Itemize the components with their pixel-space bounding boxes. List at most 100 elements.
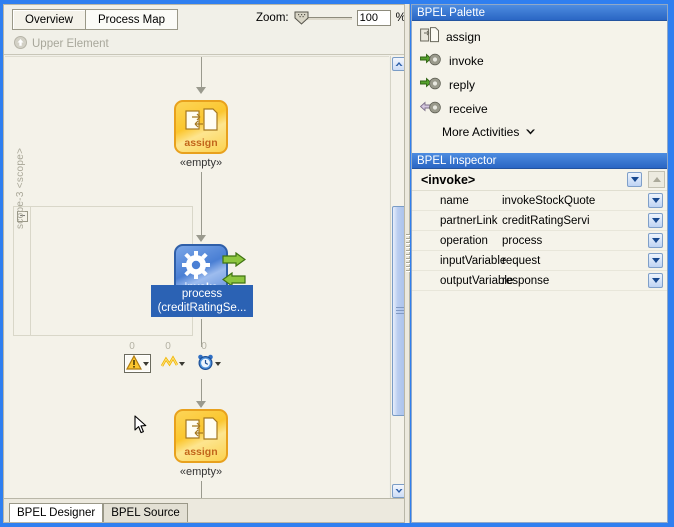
palette-item-receive[interactable]: receive [412,97,667,121]
tab-process-map[interactable]: Process Map [84,9,179,30]
chevron-down-icon [630,177,639,182]
palette-item-label: reply [449,78,476,92]
scrollbar-grip [396,307,404,315]
invoke-selected-label[interactable]: process (creditRatingSe... [151,285,253,317]
fault-count: 0 [165,341,171,352]
warning-dropdown-caret[interactable] [143,361,149,366]
chevron-down-icon [651,198,660,203]
fault-indicator[interactable]: 0 [160,341,187,373]
property-value[interactable]: invokeStockQuotе [502,195,667,207]
bpel-palette-panel: BPEL Palette assign invoke reply receive… [412,5,667,153]
property-value[interactable]: creditRatingServi [502,215,667,227]
tab-bpel-designer[interactable]: BPEL Designer [9,503,104,522]
activity-indicator-toolbar: 0 0 0 [124,341,223,373]
property-dropdown-button[interactable] [648,213,663,228]
property-dropdown-button[interactable] [648,193,663,208]
chevron-down-icon [651,258,660,263]
vertical-splitter[interactable] [404,4,410,523]
property-key: outputVariable [440,274,514,287]
timer-icon [197,354,214,373]
zoom-control: Zoom: 100 % [256,10,406,26]
palette-item-label: invoke [449,54,484,68]
assign-node-caption: «empty» [179,157,223,169]
chevron-down-icon [651,218,660,223]
bpel-designer-editor: Overview Process Map Zoom: 100 % Upper E… [3,4,407,523]
more-activities-label: More Activities [442,125,520,139]
inspector-element-name: <invoke> [421,172,476,187]
splitter-grip [406,234,410,292]
warning-icon [125,354,143,373]
bpel-inspector-panel: BPEL Inspector <invoke> name invokeStock… [412,153,667,522]
view-tabs: Overview Process Map [12,9,179,30]
palette-item-list: assign invoke reply receive More Activit… [412,21,667,143]
assign-node-caption: «empty» [179,466,223,478]
fault-button[interactable] [160,354,187,373]
chevron-down-icon [651,278,660,283]
warning-button[interactable] [124,354,151,373]
inspector-title: BPEL Inspector [412,153,667,169]
inspector-scroll-up-button[interactable] [648,171,665,188]
zoom-label: Zoom: [256,12,289,24]
connector-line [201,57,202,91]
tab-bpel-source[interactable]: BPEL Source [103,503,188,522]
reply-icon [420,75,442,95]
scope-label: scope-3 <scope> [15,147,26,229]
timer-button[interactable] [196,354,223,373]
inspector-row-operation[interactable]: operation process [412,231,667,251]
timer-indicator[interactable]: 0 [196,341,223,373]
property-key: partnerLink [440,214,498,227]
fault-dropdown-caret[interactable] [179,361,185,366]
property-value[interactable]: request [502,255,667,267]
zoom-slider-handle[interactable] [294,11,309,25]
process-canvas[interactable]: assign «empty» − scope-3 <scope> process… [5,56,389,499]
property-dropdown-button[interactable] [648,253,663,268]
fault-icon [160,354,179,373]
property-value[interactable]: response [502,275,667,287]
connector-arrow [196,235,206,242]
receive-icon [419,99,442,119]
element-dropdown-button[interactable] [627,172,642,187]
inspector-row-inputvariable[interactable]: inputVariable request [412,251,667,271]
zoom-input[interactable]: 100 [356,10,391,26]
up-circle-icon [14,35,27,52]
chevron-down-icon [651,238,660,243]
property-dropdown-button[interactable] [648,273,663,288]
window-edge-right [668,0,674,527]
warning-count: 0 [129,341,135,352]
assign-node-tag: assign [184,446,218,458]
assign-node-box[interactable]: assign [174,409,228,463]
tab-overview[interactable]: Overview [12,9,85,30]
editor-toolbar: Overview Process Map Zoom: 100 % [4,5,406,33]
chevron-down-icon[interactable] [525,125,536,139]
breadcrumb-label: Upper Element [32,37,109,50]
palette-item-assign[interactable]: assign [412,25,667,49]
palette-item-label: assign [446,30,481,44]
palette-item-invoke[interactable]: invoke [412,49,667,73]
breadcrumb[interactable]: Upper Element [4,33,406,55]
mouse-cursor [134,415,148,435]
zoom-slider[interactable] [294,10,352,26]
zoom-slider-track[interactable] [303,17,352,20]
warning-indicator[interactable]: 0 [124,341,151,373]
property-value[interactable]: process [502,235,667,247]
inspector-row-outputvariable[interactable]: outputVariable response [412,271,667,291]
inspector-row-name[interactable]: name invokeStockQuotе [412,191,667,211]
application-window: Overview Process Map Zoom: 100 % Upper E… [0,0,674,527]
window-edge-bottom [0,523,674,527]
activity-node-assign-top[interactable]: assign «empty» [174,100,228,169]
assign-node-box[interactable]: assign [174,100,228,154]
inspector-row-partnerlink[interactable]: partnerLink creditRatingServi [412,211,667,231]
palette-item-reply[interactable]: reply [412,73,667,97]
connector-arrow [196,401,206,408]
palette-title: BPEL Palette [412,5,667,21]
property-key: name [440,194,469,207]
more-activities-button[interactable]: More Activities [412,121,667,143]
connector-arrow [196,87,206,94]
inspector-properties: <invoke> name invokeStockQuotе partnerLi… [412,169,667,291]
connector-line [201,172,202,206]
palette-item-label: receive [449,102,488,116]
activity-node-assign-bottom[interactable]: assign «empty» [174,409,228,478]
timer-dropdown-caret[interactable] [215,361,221,366]
property-dropdown-button[interactable] [648,233,663,248]
chevron-up-icon [652,177,661,182]
